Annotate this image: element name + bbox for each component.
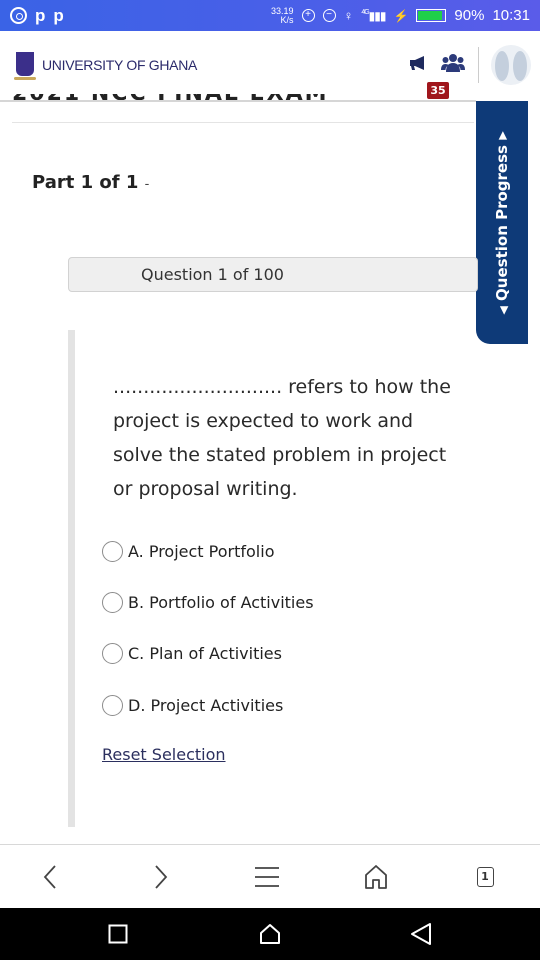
radio-button[interactable] [102,592,123,613]
browser-toolbar: 1 [0,844,540,908]
users-icon[interactable] [441,53,465,73]
option-c[interactable]: C. Plan of Activities [102,643,282,664]
radio-button[interactable] [102,695,123,716]
title-divider [12,122,474,123]
status-bar: p p 33.19 K/s + − ♀ 4G▮▮▮ ⚡ 90% 10:31 [0,0,540,31]
reset-selection-link[interactable]: Reset Selection [102,745,226,764]
header-divider [478,47,479,83]
home-icon [365,865,387,889]
megaphone-icon[interactable] [408,55,430,71]
recents-icon [108,924,128,944]
arrow-right-icon: ◀ [497,130,510,140]
battery-level [418,11,442,20]
signal-icon: 4G▮▮▮ [361,8,386,23]
battery-percent: 90% [454,7,485,24]
home-nav-button[interactable] [257,921,283,947]
whatsapp-icon [10,7,27,24]
do-not-disturb-icon: − [322,9,336,22]
forward-icon [155,865,168,889]
battery-icon [416,9,447,22]
charging-icon: ⚡ [393,8,409,23]
option-d[interactable]: D. Project Activities [102,695,283,716]
back-nav-icon [411,923,431,945]
tabs-icon: 1 [476,867,494,887]
option-b[interactable]: B. Portfolio of Activities [102,592,314,613]
back-button[interactable] [34,861,66,893]
p-app-icon: p [35,5,46,25]
option-a[interactable]: A. Project Portfolio [102,541,274,562]
home-button[interactable] [360,861,392,893]
question-panel-border [68,330,75,827]
status-apps: p p [0,6,64,26]
radio-button[interactable] [102,643,123,664]
site-header: UNIVERSITY OF GHANA 35 [0,31,540,101]
clock: 10:31 [492,7,530,24]
recents-button[interactable] [105,921,131,947]
university-crest-logo[interactable] [14,52,36,80]
notification-badge: 35 [427,82,449,99]
menu-icon [255,867,279,887]
network-speed: 33.19 K/s [271,5,294,25]
menu-button[interactable] [251,861,283,893]
tabs-button[interactable]: 1 [469,861,501,893]
question-counter-bar: Question 1 of 100 [68,257,478,292]
question-progress-tab[interactable]: ◀ Question Progress ◀ [476,101,528,344]
back-nav-button[interactable] [408,921,434,947]
brand-name[interactable]: UNIVERSITY OF GHANA [42,57,197,73]
status-indicators: 33.19 K/s + − ♀ 4G▮▮▮ ⚡ 90% 10:31 [271,0,530,31]
question-counter: Question 1 of 100 [141,265,284,284]
system-navigation-bar [0,908,540,960]
radio-button[interactable] [102,541,123,562]
forward-button[interactable] [145,861,177,893]
data-saver-icon: + [301,9,315,22]
part-title: Part 1 of 1 - [32,172,150,193]
question-progress-label: ◀ Question Progress ◀ [493,130,511,315]
arrow-left-icon: ◀ [497,305,510,315]
user-avatar[interactable] [491,45,531,85]
location-pin-icon: ♀ [343,8,354,23]
question-text: ............................ refers to h… [113,376,451,500]
header-border [0,100,476,102]
back-icon [43,865,56,889]
home-nav-icon [260,924,280,944]
p-app-icon-2: p [53,5,64,25]
